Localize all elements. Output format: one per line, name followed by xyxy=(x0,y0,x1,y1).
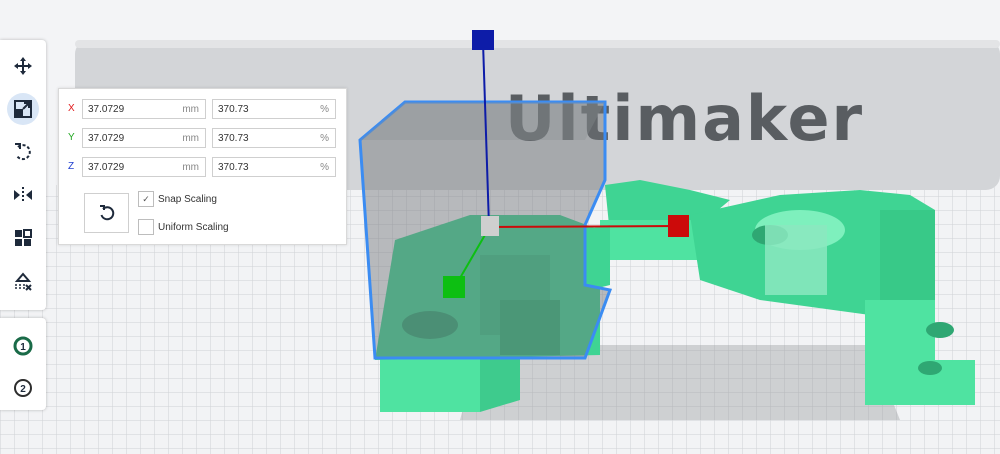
rotate-icon xyxy=(15,143,31,161)
extruder-2-icon: 2 xyxy=(14,379,32,397)
z-scale-handle[interactable] xyxy=(472,30,494,50)
move-tool-button[interactable] xyxy=(7,50,39,82)
y-size-mm-unit: mm xyxy=(182,133,199,144)
x-axis-line xyxy=(490,225,679,228)
scale-tool-panel: X 37.0729 mm 370.73 % Y 37.0729 mm 370.7… xyxy=(58,88,347,245)
z-size-percent-unit: % xyxy=(320,162,329,173)
snap-scaling-label: Snap Scaling xyxy=(158,194,217,205)
y-size-mm-input[interactable]: 37.0729 mm xyxy=(82,128,206,148)
center-scale-handle[interactable] xyxy=(481,216,499,236)
extruder-selector: 1 2 xyxy=(0,318,46,410)
z-size-percent-input[interactable]: 370.73 % xyxy=(212,157,336,177)
x-size-percent-unit: % xyxy=(320,104,329,115)
support-blocker-tool-button[interactable] xyxy=(7,265,39,297)
y-size-percent-value: 370.73 xyxy=(218,133,249,144)
z-size-mm-input[interactable]: 37.0729 mm xyxy=(82,157,206,177)
y-axis-label: Y xyxy=(68,132,75,143)
x-axis-label: X xyxy=(68,103,75,114)
scale-row-x: X 37.0729 mm 370.73 % xyxy=(59,99,346,121)
z-axis-label: Z xyxy=(68,161,75,172)
z-size-percent-value: 370.73 xyxy=(218,162,249,173)
snap-scaling-checkbox[interactable]: ✓ xyxy=(138,191,154,207)
uniform-scaling-checkbox[interactable] xyxy=(138,219,154,235)
x-size-mm-unit: mm xyxy=(182,104,199,115)
reset-icon xyxy=(99,205,114,221)
move-icon xyxy=(14,57,32,75)
scale-icon xyxy=(14,100,32,118)
extruder-1-button[interactable]: 1 xyxy=(7,330,39,362)
y-scale-handle[interactable] xyxy=(443,276,465,298)
extruder-2-label: 2 xyxy=(20,384,26,395)
extruder-1-icon: 1 xyxy=(13,336,33,356)
x-size-percent-value: 370.73 xyxy=(218,104,249,115)
y-size-percent-unit: % xyxy=(320,133,329,144)
x-size-mm-value: 37.0729 xyxy=(88,104,125,115)
x-size-percent-input[interactable]: 370.73 % xyxy=(212,99,336,119)
extruder-1-label: 1 xyxy=(20,342,26,353)
tool-sidebar xyxy=(0,40,46,310)
z-size-mm-unit: mm xyxy=(182,162,199,173)
reset-scale-button[interactable] xyxy=(84,193,129,233)
y-size-percent-input[interactable]: 370.73 % xyxy=(212,128,336,148)
uniform-scaling-label: Uniform Scaling xyxy=(158,222,229,233)
mirror-tool-button[interactable] xyxy=(7,179,39,211)
x-size-mm-input[interactable]: 37.0729 mm xyxy=(82,99,206,119)
scale-row-y: Y 37.0729 mm 370.73 % xyxy=(59,128,346,150)
per-model-settings-tool-button[interactable] xyxy=(7,222,39,254)
z-size-mm-value: 37.0729 xyxy=(88,162,125,173)
x-scale-handle[interactable] xyxy=(668,215,689,237)
per-model-settings-icon xyxy=(15,229,32,246)
extruder-2-button[interactable]: 2 xyxy=(7,372,39,404)
rotate-tool-button[interactable] xyxy=(7,136,39,168)
scale-row-z: Z 37.0729 mm 370.73 % xyxy=(59,157,346,179)
scale-tool-button[interactable] xyxy=(7,93,39,125)
y-size-mm-value: 37.0729 xyxy=(88,133,125,144)
support-blocker-icon xyxy=(14,272,32,291)
mirror-icon xyxy=(14,187,32,203)
